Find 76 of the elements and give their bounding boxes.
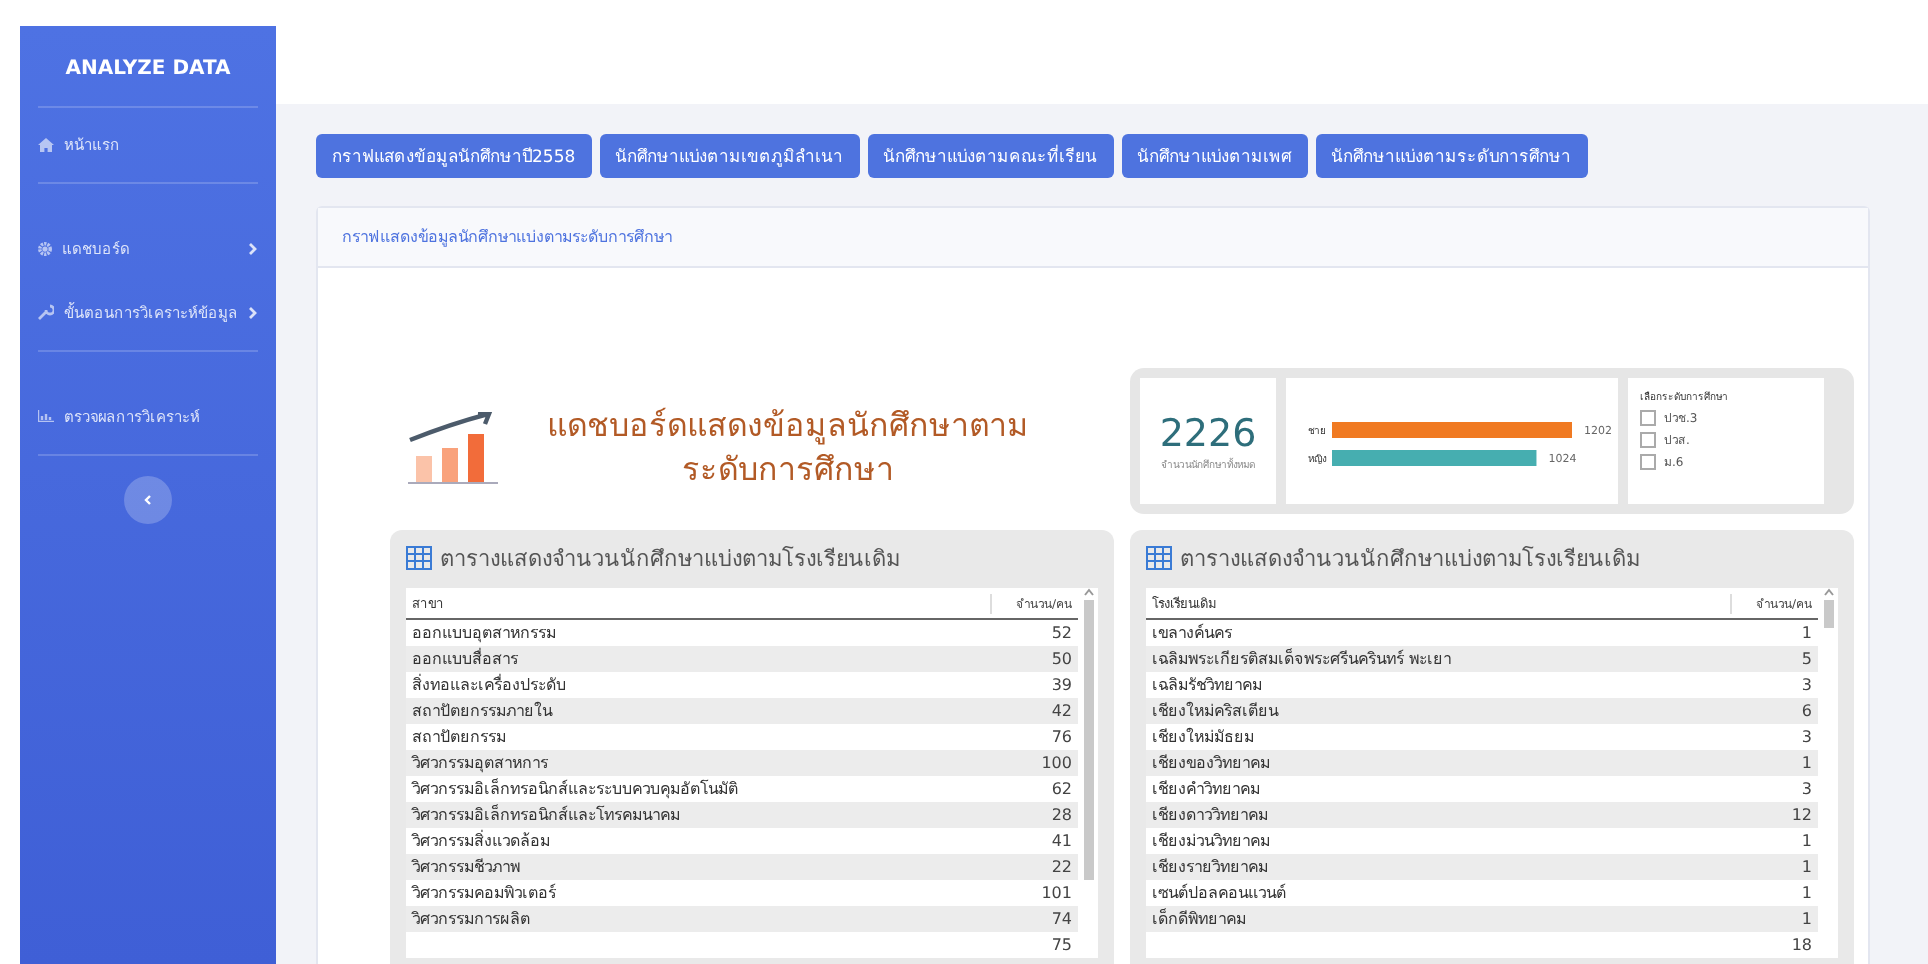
chevron-right-icon bbox=[248, 241, 258, 255]
kpi-value: 2226 bbox=[1157, 411, 1259, 455]
table-icon bbox=[406, 546, 432, 570]
nav-button[interactable]: นักศึกษาแบ่งตามคณะที่เรียน bbox=[867, 134, 1114, 178]
home-icon bbox=[38, 137, 54, 151]
table-cell-text: 3 bbox=[1799, 676, 1814, 694]
table-cell-text: วิศวกรรมสิ่งแวดล้อม bbox=[409, 828, 552, 854]
nav-button[interactable]: นักศึกษาแบ่งตามเขตภูมิลำเนา bbox=[599, 134, 860, 178]
card-title: กราฟแสดงข้อมูลนักศึกษาแบ่งตามระดับการศึกษา bbox=[318, 208, 1868, 268]
table-cell-text: 41 bbox=[1049, 832, 1074, 850]
growth-chart-icon bbox=[406, 411, 502, 483]
chevron-right-icon bbox=[248, 305, 258, 319]
table-cell-text: วิศวกรรมอิเล็กทรอนิกส์และโทรคมนาคม bbox=[409, 802, 682, 828]
table-cell-text: เชียงคำวิทยาคม bbox=[1150, 778, 1262, 802]
sidebar-toggle-button[interactable] bbox=[124, 476, 172, 524]
table-cell-text: เชียงดาววิทยาคม bbox=[1150, 804, 1270, 828]
table-cell-text: ออกแบบอุตสาหกรรม bbox=[410, 622, 558, 646]
table-cell-text: วิศวกรรมอุตสาหการ bbox=[409, 752, 550, 776]
table-cell-text: 100 bbox=[1039, 754, 1074, 772]
table-cell-text: 5 bbox=[1799, 650, 1814, 668]
table-cell-text: 50 bbox=[1049, 650, 1074, 668]
table-cell-text: 1 bbox=[1799, 754, 1814, 772]
table-cell-text: 42 bbox=[1049, 702, 1074, 720]
chart-icon bbox=[38, 410, 54, 422]
wrench-icon bbox=[38, 304, 54, 320]
table-cell-text: สถาปัตยกรรมภายใน bbox=[410, 699, 555, 724]
table-cell-text: 22 bbox=[1049, 858, 1074, 876]
table-cell-text: 52 bbox=[1049, 624, 1074, 642]
table-cell-text: วิศวกรรมคอมพิวเตอร์ bbox=[409, 881, 558, 906]
table-cell-text: 74 bbox=[1049, 910, 1074, 928]
table-cell-text: 76 bbox=[1049, 728, 1074, 746]
table-cell-text: 62 bbox=[1049, 780, 1074, 798]
scrollbar-thumb[interactable] bbox=[1083, 600, 1093, 880]
table-cell-text: 1 bbox=[1799, 858, 1814, 876]
chevron-left-icon bbox=[144, 494, 152, 506]
table-cell-text: เชียงม่วนวิทยาคม bbox=[1150, 830, 1272, 854]
table-cell-text: เฉลิมพระเกียรติสมเด็จพระศรีนครินทร์ พะเยา bbox=[1150, 646, 1454, 672]
gear-icon bbox=[38, 241, 52, 255]
table-cell-text: เชียงของวิทยาคม bbox=[1150, 752, 1272, 776]
sidebar-brand: ANALYZE DATA bbox=[38, 26, 258, 108]
nav-button[interactable]: กราฟแสดงข้อมูลนักศึกษาปี2558 bbox=[316, 134, 592, 178]
table-cell-text: สิ่งทอและเครื่องประดับ bbox=[410, 672, 568, 698]
table-cell-text: 39 bbox=[1049, 676, 1074, 694]
table-cell-text: 1 bbox=[1799, 910, 1814, 928]
table-cell-text: วิศวกรรมชีวภาพ bbox=[409, 856, 522, 880]
dashboard-title: แดชบอร์ดแสดงข้อมูลนักศึกษาตามระดับการศึกษา bbox=[545, 403, 1031, 491]
table-cell-text: ออกแบบสื่อสาร bbox=[410, 646, 520, 672]
nav-button[interactable]: นักศึกษาแบ่งตามระดับการศึกษา bbox=[1315, 134, 1588, 178]
table-cell-text: เชียงใหม่คริสเตียน bbox=[1150, 699, 1281, 724]
scrollbar-thumb[interactable] bbox=[1823, 600, 1833, 628]
table-cell-text: 1 bbox=[1799, 884, 1814, 902]
table-cell-text: 28 bbox=[1049, 806, 1074, 824]
scroll-up-icon[interactable] bbox=[1823, 588, 1833, 596]
table-cell-text: 1 bbox=[1799, 624, 1814, 642]
table-cell-text: 12 bbox=[1789, 806, 1814, 824]
table-cell-text: เขลางค์นคร bbox=[1150, 621, 1234, 646]
table-cell-text: สถาปัตยกรรม bbox=[410, 726, 508, 750]
table-cell-text: เด็กดีพิทยาคม bbox=[1150, 906, 1248, 932]
table-cell-text: วิศวกรรมการผลิต bbox=[409, 908, 532, 932]
table-cell-text: เฉลิมรัชวิทยาคม bbox=[1150, 674, 1264, 698]
table-cell-text: 6 bbox=[1799, 702, 1814, 720]
table-icon bbox=[1146, 546, 1172, 570]
table-cell-text: เชียงรายวิทยาคม bbox=[1150, 856, 1270, 880]
nav-button[interactable]: นักศึกษาแบ่งตามเพศ bbox=[1121, 134, 1308, 178]
table-cell-text: 3 bbox=[1799, 728, 1814, 746]
table-cell-text: 18 bbox=[1789, 936, 1814, 954]
table-title: ตารางแสดงจำนวนนักศึกษาแบ่งตามโรงเรียนเดิม bbox=[440, 544, 900, 576]
table-cell-text: 1 bbox=[1799, 832, 1814, 850]
table-cell-text: วิศวกรรมอิเล็กทรอนิกส์และระบบควบคุมอัตโนมัติ bbox=[409, 776, 740, 802]
table-cell-text: เชียงใหม่มัธยม bbox=[1150, 725, 1256, 750]
table-title: ตารางแสดงจำนวนนักศึกษาแบ่งตามโรงเรียนเดิม bbox=[1180, 544, 1640, 576]
table-cell-text: เซนต์ปอลคอนแวนต์ bbox=[1150, 881, 1288, 906]
table-cell-text: 3 bbox=[1799, 780, 1814, 798]
table-cell-text: 101 bbox=[1039, 884, 1074, 902]
scroll-up-icon[interactable] bbox=[1083, 588, 1093, 596]
table-cell-text: 75 bbox=[1049, 936, 1074, 954]
